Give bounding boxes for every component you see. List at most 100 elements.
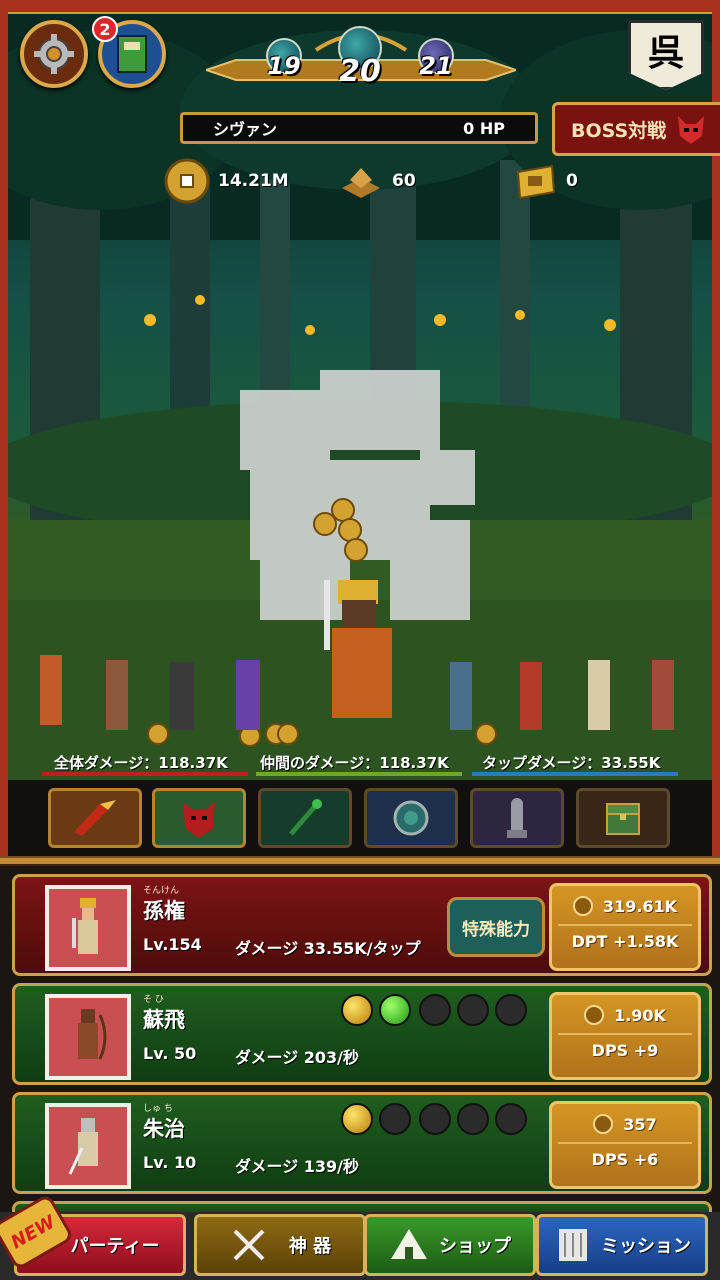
ore-resource: 60 bbox=[338, 158, 416, 204]
level-up-cost: 1.90K bbox=[552, 999, 698, 1031]
ally-damage-line bbox=[256, 772, 462, 776]
hero-card: そんけん 孫権 Lv.154 ダメージ 33.55K/タップ 特殊能力 319.… bbox=[12, 874, 712, 976]
stage-next: 21 bbox=[419, 52, 453, 80]
skill-statue[interactable] bbox=[470, 788, 564, 848]
book-icon bbox=[117, 35, 147, 73]
skill-jade-staff[interactable] bbox=[258, 788, 352, 848]
hero-damage: ダメージ 33.55K/タップ bbox=[235, 939, 421, 958]
divider bbox=[558, 1033, 692, 1035]
hero-damage: ダメージ 203/秒 bbox=[235, 1048, 360, 1067]
notification-badge: 2 bbox=[92, 16, 118, 42]
level-up-gain: DPS +9 bbox=[591, 1041, 659, 1060]
stage-current: 20 bbox=[339, 54, 381, 89]
tent-icon bbox=[391, 1229, 427, 1259]
level-up-cost-value: 1.90K bbox=[614, 1005, 666, 1025]
nav-shop-button[interactable]: ショップ bbox=[364, 1214, 536, 1276]
enemy-hp-bar: シヴァン 0 HP bbox=[180, 112, 538, 144]
upgrade-orb-filled bbox=[341, 1103, 373, 1135]
coin-icon bbox=[164, 158, 210, 204]
special-ability-button[interactable]: 特殊能力 bbox=[447, 897, 545, 957]
fire-arrows-icon bbox=[74, 800, 116, 836]
demon-mask-icon bbox=[678, 116, 705, 144]
nav-artifacts-label: 神 器 bbox=[288, 1236, 332, 1257]
total-damage-stat: 全体ダメージ：118.37K bbox=[54, 754, 228, 772]
level-up-button[interactable]: 319.61K DPT +1.58K bbox=[549, 883, 701, 971]
coin-icon bbox=[593, 1114, 614, 1134]
tap-damage-stat: タップダメージ：33.55K bbox=[482, 754, 661, 772]
hero-damage: ダメージ 139/秒 bbox=[235, 1157, 360, 1176]
warlord-avatar-icon bbox=[72, 898, 98, 954]
hero-level: Lv. 10 bbox=[143, 1153, 197, 1172]
level-up-button[interactable]: 1.90K DPS +9 bbox=[549, 992, 701, 1080]
upgrade-orb-filled bbox=[379, 994, 411, 1026]
enemy-name: シヴァン bbox=[213, 120, 278, 139]
divider bbox=[558, 1142, 692, 1144]
skill-fire-arrows[interactable] bbox=[48, 788, 142, 848]
archer-avatar-icon bbox=[78, 1009, 107, 1060]
soldier-avatar-icon bbox=[68, 1118, 98, 1175]
nav-party-label: パーティー bbox=[70, 1236, 160, 1257]
level-up-cost-value: 357 bbox=[623, 1114, 657, 1134]
upgrade-orb-empty bbox=[457, 1103, 489, 1135]
nav-shop-label: ショップ bbox=[439, 1236, 511, 1257]
hero-portrait[interactable] bbox=[45, 885, 131, 971]
treasure-chest-icon bbox=[606, 803, 640, 835]
upgrade-orb-filled bbox=[341, 994, 373, 1026]
stage-prev: 19 bbox=[267, 52, 301, 80]
boss-battle-button[interactable]: BOSS対戦 bbox=[552, 102, 720, 156]
game-screen: 2 19 20 21 呉 シヴァン 0 HP BOSS対戦 14.21M 60 bbox=[0, 0, 720, 1280]
hero-portrait[interactable] bbox=[45, 1103, 131, 1189]
left-frame bbox=[0, 0, 8, 860]
crossed-swords-icon bbox=[233, 1229, 265, 1261]
ticket-amount: 0 bbox=[566, 171, 578, 191]
gold-ingot-icon bbox=[342, 168, 380, 198]
gear-icon bbox=[34, 34, 74, 74]
scroll-icon bbox=[559, 1229, 587, 1261]
settings-button[interactable] bbox=[20, 20, 88, 88]
scroll-ticket-icon bbox=[516, 164, 556, 200]
hero-card: しゅ ち 朱治 Lv. 10 ダメージ 139/秒 357 DPS +6 bbox=[12, 1092, 712, 1194]
nav-mission-label: ミッション bbox=[601, 1236, 691, 1257]
level-up-gain: DPT +1.58K bbox=[571, 932, 679, 951]
level-up-button[interactable]: 357 DPS +6 bbox=[549, 1101, 701, 1189]
hero-level: Lv. 50 bbox=[143, 1044, 197, 1063]
hero-name: 蘇飛 bbox=[143, 1008, 185, 1032]
upgrade-orb-empty bbox=[495, 1103, 527, 1135]
statue-icon bbox=[507, 798, 527, 838]
upgrade-orb-empty bbox=[419, 1103, 451, 1135]
nav-mission-button[interactable]: ミッション bbox=[536, 1214, 708, 1276]
coin-icon bbox=[572, 896, 593, 916]
skill-demon-mask[interactable] bbox=[152, 788, 246, 848]
coin-icon bbox=[584, 1005, 605, 1025]
hero-portrait[interactable] bbox=[45, 994, 131, 1080]
level-up-cost: 357 bbox=[552, 1108, 698, 1140]
skill-treasure-chest[interactable] bbox=[576, 788, 670, 848]
hero-list[interactable]: そんけん 孫権 Lv.154 ダメージ 33.55K/タップ 特殊能力 319.… bbox=[0, 866, 720, 1221]
enemy-hp: 0 HP bbox=[463, 118, 505, 138]
jade-staff-icon bbox=[289, 799, 322, 836]
boss-battle-label: BOSS対戦 bbox=[571, 119, 667, 142]
hero-name: 朱治 bbox=[143, 1117, 185, 1141]
upgrade-orb-empty bbox=[457, 994, 489, 1026]
upgrade-orb-empty bbox=[419, 994, 451, 1026]
demon-mask-icon bbox=[183, 802, 215, 838]
tap-damage-line bbox=[472, 772, 678, 776]
nav-artifacts-button[interactable]: 神 器 bbox=[194, 1214, 366, 1276]
skill-orb-mirror[interactable] bbox=[364, 788, 458, 848]
ally-damage-stat: 仲間のダメージ：118.37K bbox=[260, 754, 449, 772]
ticket-resource: 0 bbox=[512, 158, 578, 204]
hero-card: そ ひ 蘇飛 Lv. 50 ダメージ 203/秒 1.90K DPS +9 bbox=[12, 983, 712, 1085]
hero-name: 孫権 bbox=[143, 899, 185, 923]
bottom-nav: パーティー 神 器 ショップ ミッション bbox=[0, 1212, 720, 1280]
hero-level: Lv.154 bbox=[143, 935, 202, 954]
ore-amount: 60 bbox=[392, 171, 416, 191]
total-damage-line bbox=[42, 772, 248, 776]
panel-divider bbox=[0, 856, 720, 866]
divider bbox=[558, 924, 692, 926]
level-up-gain: DPS +6 bbox=[591, 1150, 659, 1169]
level-up-cost: 319.61K bbox=[552, 890, 698, 922]
coin-amount: 14.21M bbox=[218, 171, 289, 191]
coin-resource: 14.21M bbox=[164, 158, 289, 204]
level-up-cost-value: 319.61K bbox=[602, 896, 678, 916]
upgrade-orb-empty bbox=[379, 1103, 411, 1135]
